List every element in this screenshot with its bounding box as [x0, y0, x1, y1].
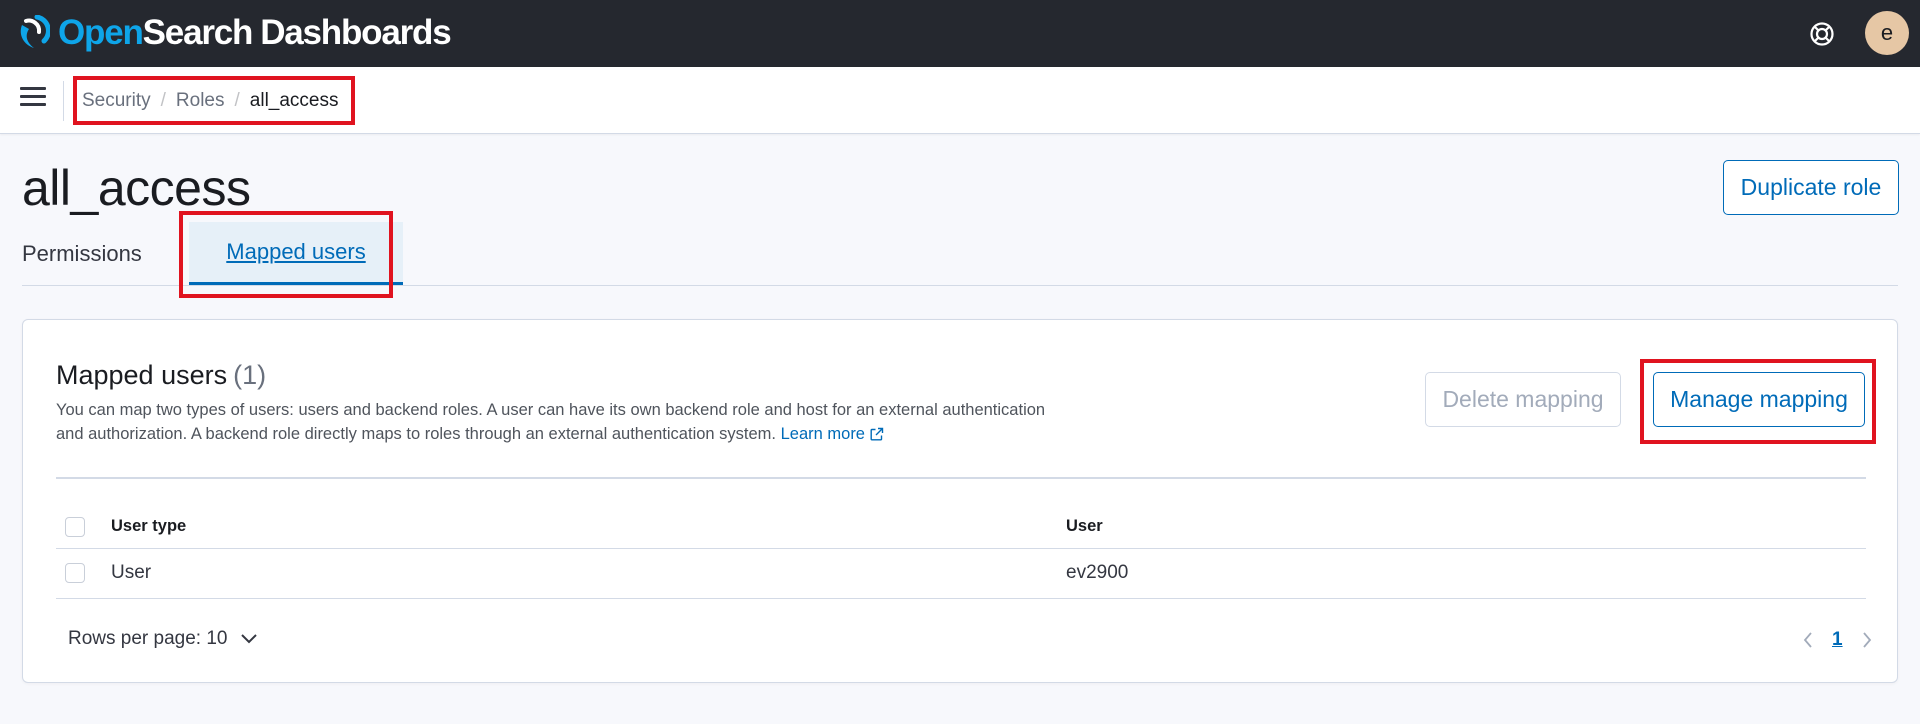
menu-icon[interactable]: [20, 87, 46, 113]
breadcrumb-separator: /: [234, 90, 240, 111]
chevron-left-icon: [1803, 632, 1812, 648]
divider: [63, 81, 64, 121]
column-header-user-type[interactable]: User type: [111, 517, 186, 536]
row-checkbox[interactable]: [65, 563, 85, 583]
user-avatar[interactable]: e: [1865, 11, 1909, 55]
pagination: 1: [1798, 626, 1877, 654]
description-text: You can map two types of users: users an…: [56, 401, 1046, 443]
table-row: User ev2900: [56, 548, 1866, 599]
tab-mapped-users[interactable]: Mapped users: [189, 222, 403, 285]
table-header: User type User: [56, 506, 1866, 549]
divider: [56, 477, 1866, 479]
brand-dashboards: Dashboards: [260, 13, 451, 52]
top-header: OpenSearch Dashboards e: [0, 0, 1920, 67]
brand-wordmark: OpenSearch Dashboards: [58, 10, 452, 56]
learn-more-link[interactable]: Learn more: [781, 425, 884, 443]
chevron-down-icon: [240, 634, 257, 644]
cell-user: ev2900: [1066, 562, 1129, 583]
panel-description: You can map two types of users: users an…: [56, 398, 1056, 446]
rows-per-page-selector[interactable]: Rows per page: 10: [68, 628, 258, 650]
page-title: all_access: [22, 160, 251, 216]
chevron-right-icon: [1862, 632, 1871, 648]
cell-user-type: User: [111, 562, 152, 583]
rows-per-page-label: Rows per page: 10: [68, 628, 228, 649]
next-page-button[interactable]: [1857, 626, 1877, 654]
duplicate-role-button[interactable]: Duplicate role: [1723, 160, 1899, 215]
opensearch-mark-icon: [20, 15, 50, 48]
previous-page-button[interactable]: [1798, 626, 1818, 654]
column-header-user[interactable]: User: [1066, 517, 1103, 536]
panel-title: Mapped users (1): [56, 360, 266, 391]
breadcrumb-current: all_access: [249, 90, 339, 111]
breadcrumb-security[interactable]: Security: [82, 90, 151, 112]
external-link-icon: [870, 427, 884, 441]
panel-title-text: Mapped users: [56, 360, 228, 390]
breadcrumb-bar: Security / Roles / all_access: [0, 67, 1920, 134]
select-all-checkbox[interactable]: [65, 517, 85, 537]
breadcrumb: Security / Roles / all_access: [74, 81, 347, 121]
brand-open: Open: [58, 13, 144, 52]
tab-permissions[interactable]: Permissions: [22, 222, 142, 285]
opensearch-logo[interactable]: OpenSearch Dashboards: [16, 10, 452, 56]
mapped-users-panel: Mapped users (1) You can map two types of…: [22, 319, 1898, 683]
delete-mapping-button[interactable]: Delete mapping: [1425, 372, 1621, 427]
breadcrumb-roles[interactable]: Roles: [176, 90, 225, 112]
brand-search: Search: [142, 13, 254, 52]
manage-mapping-button[interactable]: Manage mapping: [1653, 372, 1865, 427]
learn-more-label: Learn more: [780, 425, 865, 443]
mapped-users-count: (1): [233, 360, 267, 390]
breadcrumb-separator: /: [160, 90, 166, 111]
page-number-1[interactable]: 1: [1832, 629, 1843, 651]
help-icon[interactable]: [1808, 20, 1836, 48]
